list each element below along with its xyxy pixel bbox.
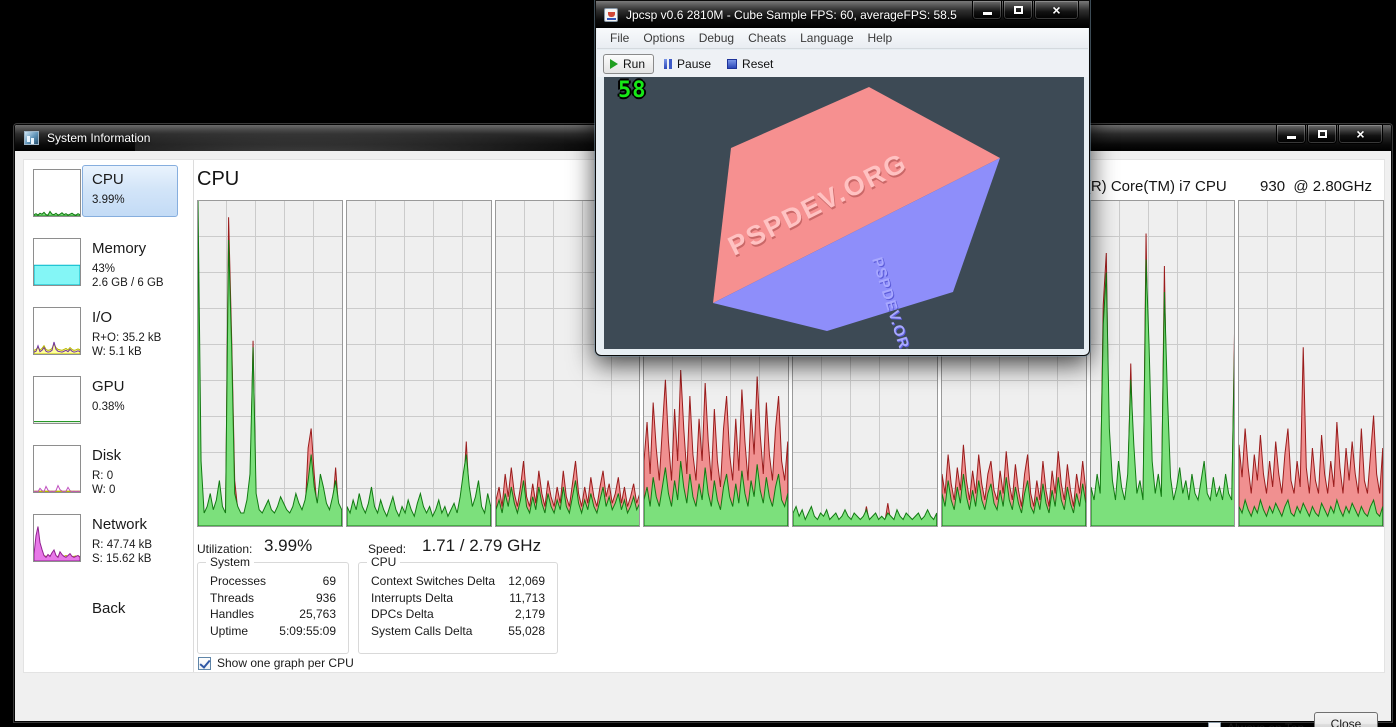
checkbox-label: Show one graph per CPU [217, 656, 354, 670]
java-icon [604, 8, 618, 22]
utilization-label: Utilization: [197, 542, 252, 556]
emulator-display: PSPDEV.ORG PSPDEV.ORG PSPDEV.ORG PSPDEV.… [604, 77, 1084, 349]
menu-file[interactable]: File [603, 31, 636, 45]
page-title: CPU [197, 168, 239, 191]
cpu-core-graph-2 [346, 200, 492, 527]
sidebar-item-memory[interactable]: Memory 43% 2.6 GB / 6 GB [24, 238, 193, 300]
cpu-core-graph-8 [1238, 200, 1384, 527]
cpu-clock: 930 @ 2.80GHz [1260, 178, 1372, 195]
maximize-button[interactable] [1307, 125, 1337, 144]
jpcsp-maximize-button[interactable] [1003, 1, 1033, 20]
sidebar-divider [193, 160, 194, 672]
sidebar-item-cpu[interactable]: CPU 3.99% [24, 169, 193, 231]
disk-write: W: 0 [92, 483, 115, 497]
io-thumbnail-graph [33, 307, 81, 355]
menu-cheats[interactable]: Cheats [741, 31, 793, 45]
table-row: Handles25,763 [210, 606, 336, 623]
memory-usage: 2.6 GB / 6 GB [92, 276, 164, 290]
io-read-other: R+O: 35.2 kB [92, 331, 161, 345]
menu-help[interactable]: Help [861, 31, 900, 45]
minimize-icon [1287, 136, 1296, 139]
maximize-icon [1014, 6, 1023, 14]
disk-read: R: 0 [92, 469, 113, 483]
sidebar-label-io: I/O [92, 309, 112, 326]
menu-debug[interactable]: Debug [692, 31, 741, 45]
network-receive: R: 47.74 kB [92, 538, 152, 552]
speed-label: Speed: [368, 542, 406, 556]
cube-render: PSPDEV.ORG PSPDEV.ORG PSPDEV.ORG PSPDEV.… [604, 77, 1084, 349]
sidebar-item-network[interactable]: Network R: 47.74 kB S: 15.62 kB [24, 514, 193, 576]
reset-icon [727, 59, 737, 69]
network-thumbnail-graph [33, 514, 81, 562]
sidebar-label-gpu: GPU [92, 378, 125, 395]
jpcsp-close-button[interactable]: × [1034, 1, 1079, 20]
memory-percent: 43% [92, 262, 115, 276]
cpu-percent: 3.99% [92, 193, 125, 207]
gpu-percent: 0.38% [92, 400, 125, 414]
minimize-icon [983, 12, 992, 15]
system-groupbox-title: System [206, 555, 254, 569]
sidebar-label-cpu: CPU [92, 171, 124, 188]
jpcsp-toolbar: Run Pause Reset [597, 50, 1088, 77]
pause-button[interactable]: Pause [658, 57, 717, 71]
menu-language[interactable]: Language [793, 31, 860, 45]
table-row: System Calls Delta55,028 [371, 623, 545, 640]
disk-thumbnail-graph [33, 445, 81, 493]
system-information-icon [24, 131, 39, 145]
menu-options[interactable]: Options [636, 31, 691, 45]
close-icon: × [1356, 127, 1364, 141]
sysinfo-window-title: System Information [47, 131, 150, 145]
jpcsp-minimize-button[interactable] [972, 1, 1002, 20]
cpu-core-graph-1 [197, 200, 343, 527]
play-icon [610, 59, 618, 69]
jpcsp-window-title: Jpcsp v0.6 2810M - Cube Sample FPS: 60, … [626, 8, 957, 22]
back-link[interactable]: Back [92, 600, 125, 617]
jpcsp-menubar: File Options Debug Cheats Language Help [597, 28, 1088, 49]
close-window-button[interactable]: × [1338, 125, 1383, 144]
utilization-value: 3.99% [264, 536, 312, 556]
always-on-top-label: Always on Top [1227, 721, 1304, 727]
io-write: W: 5.1 kB [92, 345, 142, 359]
maximize-icon [1318, 130, 1327, 138]
pause-icon [664, 59, 667, 69]
checkbox-checked-icon[interactable] [198, 657, 211, 670]
cpu-groupbox-title: CPU [367, 555, 400, 569]
cpu-groupbox: CPU Context Switches Delta12,069 Interru… [358, 562, 558, 654]
network-send: S: 15.62 kB [92, 552, 151, 566]
sidebar-item-io[interactable]: I/O R+O: 35.2 kB W: 5.1 kB [24, 307, 193, 369]
cpu-core-graph-7 [1090, 200, 1236, 527]
cpu-name-line: (R) Core(TM) i7 CPU 930 @ 2.80GHz [1086, 178, 1372, 195]
sidebar-label-memory: Memory [92, 240, 146, 257]
run-button[interactable]: Run [603, 54, 654, 74]
table-row: Context Switches Delta12,069 [371, 573, 545, 590]
memory-thumbnail-graph [33, 238, 81, 286]
sidebar-item-gpu[interactable]: GPU 0.38% [24, 376, 193, 438]
table-row: DPCs Delta2,179 [371, 606, 545, 623]
fps-counter: 58 [618, 78, 647, 103]
close-button[interactable]: Close [1314, 712, 1378, 727]
minimize-button[interactable] [1276, 125, 1306, 144]
table-row: Interrupts Delta11,713 [371, 590, 545, 607]
sidebar-label-network: Network [92, 516, 147, 533]
show-one-graph-per-cpu-checkbox[interactable]: Show one graph per CPU [198, 656, 354, 670]
cpu-model: (R) Core(TM) i7 CPU [1086, 178, 1227, 195]
cpu-thumbnail-graph [33, 169, 81, 217]
reset-button[interactable]: Reset [721, 57, 779, 71]
table-row: Threads936 [210, 590, 336, 607]
checkbox-unchecked-icon[interactable] [1208, 722, 1221, 727]
close-icon: × [1052, 3, 1060, 17]
jpcsp-window: Jpcsp v0.6 2810M - Cube Sample FPS: 60, … [595, 0, 1090, 356]
always-on-top-checkbox[interactable]: Always on Top [1208, 721, 1304, 727]
sidebar-label-disk: Disk [92, 447, 121, 464]
speed-value: 1.71 / 2.79 GHz [422, 536, 541, 556]
sidebar-item-disk[interactable]: Disk R: 0 W: 0 [24, 445, 193, 507]
table-row: Processes69 [210, 573, 336, 590]
system-groupbox: System Processes69 Threads936 Handles25,… [197, 562, 349, 654]
table-row: Uptime5:09:55:09 [210, 623, 336, 640]
gpu-thumbnail-graph [33, 376, 81, 424]
